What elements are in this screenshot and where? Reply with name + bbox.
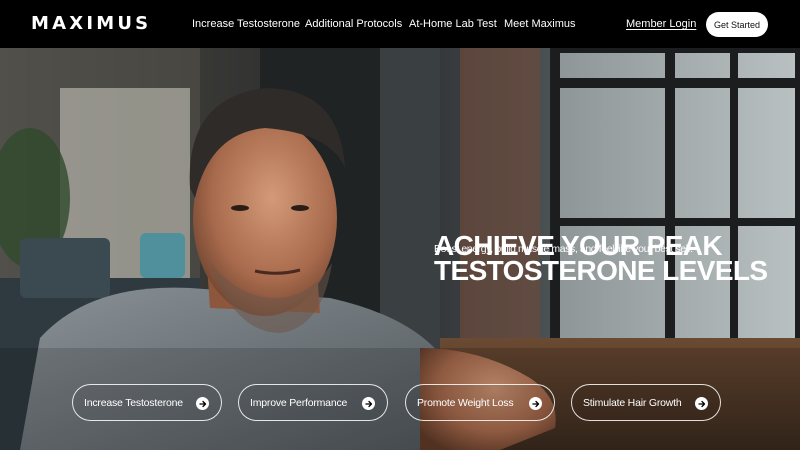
hero-subhead: Boost energy, build muscle mass, and fee… <box>434 243 693 255</box>
arrow-right-icon <box>196 397 209 410</box>
arrow-right-icon <box>695 397 708 410</box>
pill-label: Promote Weight Loss <box>417 396 514 409</box>
pill-stimulate-hair-growth[interactable]: Stimulate Hair Growth <box>571 384 721 421</box>
member-login-link[interactable]: Member Login <box>626 18 696 30</box>
nav-increase-testosterone[interactable]: Increase Testosterone <box>192 18 300 30</box>
pill-label: Increase Testosterone <box>84 396 183 409</box>
nav-at-home-lab-test[interactable]: At-Home Lab Test <box>409 18 497 30</box>
pill-promote-weight-loss[interactable]: Promote Weight Loss <box>405 384 555 421</box>
hero-headline-line2: TESTOSTERONE LEVELS <box>434 255 768 286</box>
pill-label: Stimulate Hair Growth <box>583 396 682 409</box>
arrow-right-icon <box>362 397 375 410</box>
pill-improve-performance[interactable]: Improve Performance <box>238 384 388 421</box>
site-header: MAXIMUS Increase Testosterone Additional… <box>0 0 800 48</box>
hero-headline: ACHIEVE YOUR PEAK TESTOSTERONE LEVELS <box>434 232 768 286</box>
pill-increase-testosterone[interactable]: Increase Testosterone <box>72 384 222 421</box>
nav-meet-maximus[interactable]: Meet Maximus <box>504 18 576 30</box>
pill-label: Improve Performance <box>250 396 348 409</box>
nav-additional-protocols[interactable]: Additional Protocols <box>305 18 402 30</box>
logo[interactable]: MAXIMUS <box>31 13 151 34</box>
arrow-right-icon <box>529 397 542 410</box>
get-started-button[interactable]: Get Started <box>706 12 768 37</box>
